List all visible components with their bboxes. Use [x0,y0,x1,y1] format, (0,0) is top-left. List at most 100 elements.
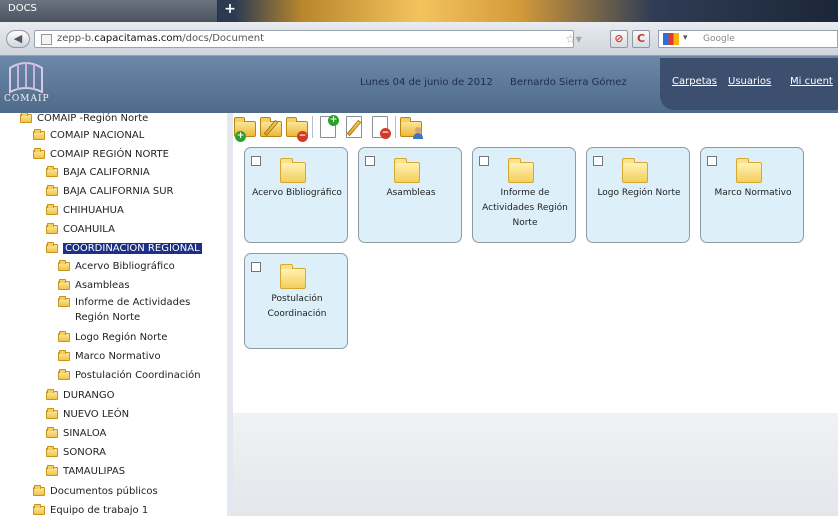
folder-icon [736,158,762,183]
site-header: COMAIP Lunes 04 de junio de 2012 Bernard… [0,56,838,113]
tree-equipo-de-trabajo[interactable]: Equipo de trabajo 1 [33,502,148,516]
tree-child[interactable]: Informe de Actividades Región Norte [58,295,226,325]
main-nav: Carpetas Usuarios Mi cuent [660,58,838,110]
reload-icon[interactable]: C [632,30,650,48]
tree-comaip-nacional[interactable]: COMAIP NACIONAL [33,127,144,144]
nav-usuarios[interactable]: Usuarios [728,76,771,87]
url-path: /docs/Document [182,33,264,44]
folder-icon [46,185,58,196]
tree-child[interactable]: Acervo Bibliográfico [58,258,175,275]
tree-root[interactable]: COMAIP -Región Norte [20,113,148,127]
edit-document-button[interactable] [342,115,366,139]
folder-card[interactable]: Asambleas [358,147,462,243]
folder-icon [58,260,70,271]
new-document-button[interactable]: + [316,115,340,139]
folder-icon [33,485,45,496]
nav-carpetas[interactable]: Carpetas [672,76,717,87]
tree-state[interactable]: TAMAULIPAS [46,463,125,480]
folder-icon [394,158,420,183]
tree-state[interactable]: BAJA CALIFORNIA SUR [46,183,173,200]
stop-icon[interactable]: ⊘ [610,30,628,48]
content-background [233,413,838,516]
folder-open-icon [46,242,58,253]
plus-icon: + [328,115,339,126]
folder-card[interactable]: Informe de Actividades Región Norte [472,147,576,243]
tree-state[interactable]: DURANGO [46,387,115,404]
folder-card[interactable]: Logo Región Norte [586,147,690,243]
tree-child[interactable]: Marco Normativo [58,348,161,365]
bookmark-star-icon[interactable]: ☆▾ [565,32,582,46]
action-toolbar: + − + − [233,113,473,143]
toolbar-divider [312,116,313,138]
folder-icon [46,204,58,215]
toolbar-divider [395,116,396,138]
folder-content: + − + − Acervo Bibliográfico Asambleas I… [233,113,838,516]
folder-icon [33,504,45,515]
minus-icon: − [380,128,391,139]
folder-icon [46,389,58,400]
tree-documentos-publicos[interactable]: Documentos públicos [33,483,158,500]
folder-icon [58,350,70,361]
back-button[interactable]: ◀ [6,30,30,48]
tree-state[interactable]: SINALOA [46,425,106,442]
tree-child[interactable]: Logo Región Norte [58,329,167,346]
folder-card[interactable]: Marco Normativo [700,147,804,243]
folder-icon [280,158,306,183]
folder-open-icon [33,148,45,159]
select-checkbox[interactable] [593,156,603,166]
folder-permissions-button[interactable] [399,115,423,139]
edit-folder-button[interactable] [259,115,283,139]
tree-comaip-region-norte[interactable]: COMAIP REGIÓN NORTE [33,146,169,163]
chevron-down-icon[interactable]: ▾ [683,33,688,43]
folder-icon [58,369,70,380]
page-icon [41,34,52,45]
folder-icon [46,223,58,234]
tree-state[interactable]: CHIHUAHUA [46,202,124,219]
delete-document-button[interactable]: − [368,115,392,139]
user-icon [413,127,423,139]
tree-state[interactable]: COAHUILA [46,221,115,238]
browser-tab[interactable]: DOCS [0,0,218,22]
tree-state[interactable]: BAJA CALIFORNIA [46,164,150,181]
logo-text: COMAIP [4,94,50,104]
tree-state[interactable]: SONORA [46,444,106,461]
selected-folder-label: COORDINACIÓN REGIONAL [63,243,202,254]
folder-name: Informe de Actividades Región Norte [482,188,568,228]
nav-mi-cuenta[interactable]: Mi cuent [790,76,833,87]
tree-child[interactable]: Asambleas [58,277,130,294]
folder-card[interactable]: Acervo Bibliográfico [244,147,348,243]
folder-name: Postulación Coordinación [267,294,327,319]
folder-icon [46,446,58,457]
minus-icon: − [297,131,308,142]
folder-name: Asambleas [386,188,436,198]
folder-icon [58,296,70,307]
folder-icon [46,166,58,177]
new-tab-button[interactable]: + [222,2,238,18]
folder-icon [622,158,648,183]
folder-icon [46,427,58,438]
tree-child[interactable]: Postulación Coordinación [58,367,201,384]
current-date: Lunes 04 de junio de 2012 [360,77,493,88]
tree-state[interactable]: NUEVO LEÓN [46,406,129,423]
folder-icon [508,158,534,183]
search-input[interactable]: ▾ Google [658,30,838,48]
url-prefix: zepp-b. [57,33,95,44]
folder-icon [46,465,58,476]
url-host: capacitamas.com [94,33,183,44]
folder-tree: COMAIP -Región Norte COMAIP NACIONAL COM… [0,113,227,516]
select-checkbox[interactable] [707,156,717,166]
select-checkbox[interactable] [251,156,261,166]
delete-folder-button[interactable]: − [285,115,309,142]
address-bar[interactable]: zepp-b.capacitamas.com/docs/Document [34,30,574,48]
folder-name: Marco Normativo [714,188,792,198]
select-checkbox[interactable] [365,156,375,166]
select-checkbox[interactable] [251,262,261,272]
plus-icon: + [235,131,246,142]
tree-coordinacion-regional[interactable]: COORDINACIÓN REGIONAL [46,240,202,257]
folder-icon [20,113,32,123]
new-folder-button[interactable]: + [233,115,257,142]
select-checkbox[interactable] [479,156,489,166]
tab-title: DOCS [8,3,37,14]
folder-icon [33,129,45,140]
folder-card[interactable]: Postulación Coordinación [244,253,348,349]
